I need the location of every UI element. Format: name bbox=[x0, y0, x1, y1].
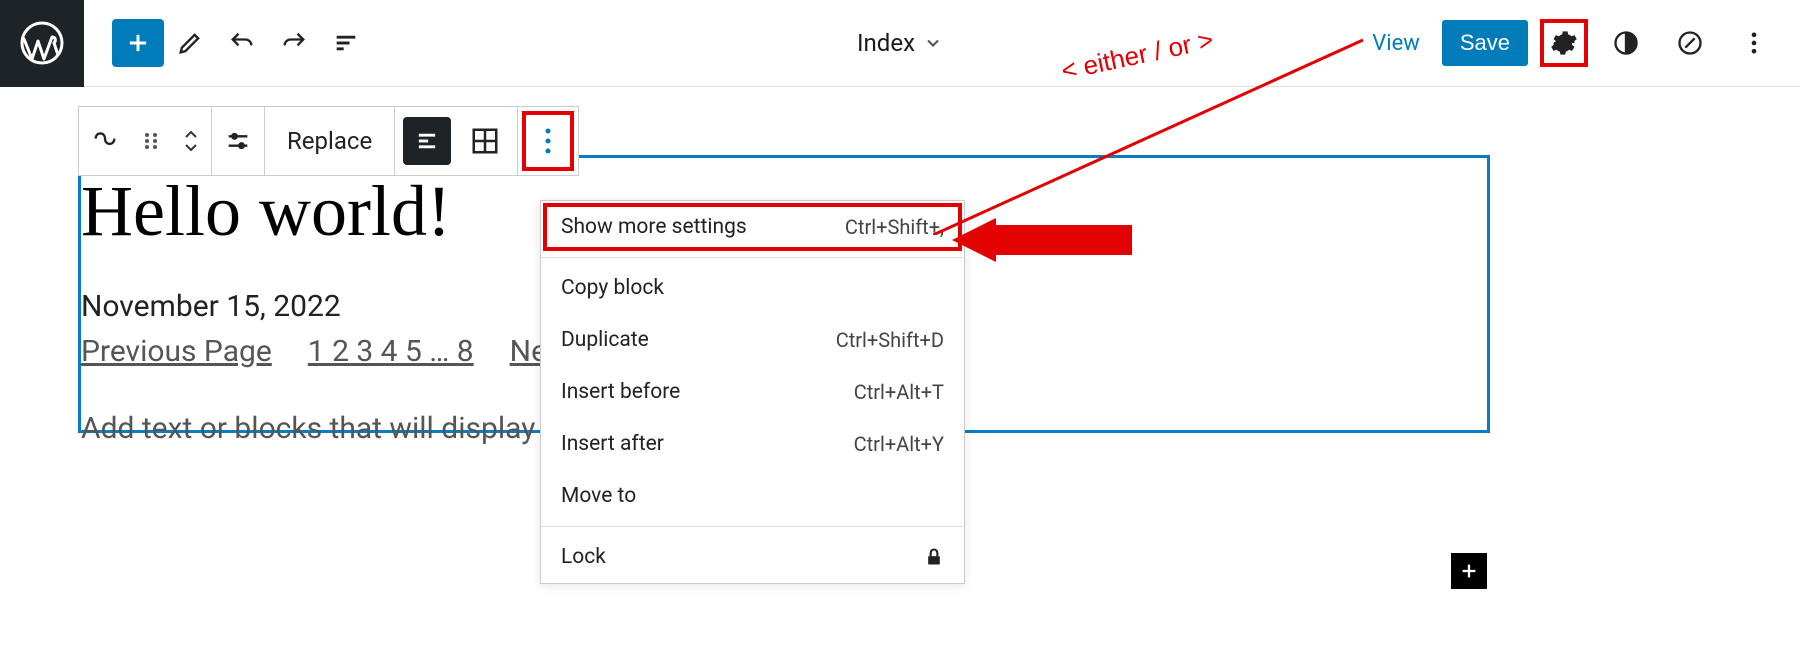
sliders-icon bbox=[224, 127, 252, 155]
undo-button[interactable] bbox=[216, 19, 268, 67]
inline-add-button[interactable] bbox=[1451, 553, 1487, 589]
browse-button[interactable] bbox=[1664, 19, 1716, 67]
block-type-button[interactable] bbox=[79, 107, 131, 175]
menu-item-label: Lock bbox=[561, 545, 606, 569]
menu-separator bbox=[541, 257, 964, 258]
menu-item-label: Insert after bbox=[561, 432, 664, 456]
template-title[interactable]: Index bbox=[857, 29, 943, 57]
drag-icon bbox=[142, 129, 160, 153]
menu-item-label: Duplicate bbox=[561, 328, 649, 352]
add-block-button[interactable] bbox=[112, 19, 164, 67]
styles-button[interactable] bbox=[1600, 19, 1652, 67]
edit-tool-button[interactable] bbox=[164, 19, 216, 67]
options-button[interactable] bbox=[1728, 19, 1780, 67]
settings-button[interactable] bbox=[1546, 25, 1582, 61]
list-view-button[interactable] bbox=[320, 19, 372, 67]
grid-view-button[interactable] bbox=[461, 117, 509, 165]
menu-lock[interactable]: Lock bbox=[541, 531, 964, 583]
pagination-prev[interactable]: Previous Page bbox=[81, 334, 272, 369]
move-arrows-icon bbox=[183, 129, 199, 153]
template-title-text: Index bbox=[857, 29, 915, 57]
arrow-head-icon bbox=[952, 218, 996, 262]
top-right-tools: View Save bbox=[1362, 19, 1800, 67]
menu-item-shortcut: Ctrl+Shift+, bbox=[845, 215, 944, 239]
redo-button[interactable] bbox=[268, 19, 320, 67]
chevron-down-icon bbox=[923, 33, 943, 53]
top-bar: Index View Save bbox=[0, 0, 1800, 87]
grid-icon bbox=[470, 126, 500, 156]
menu-item-label: Copy block bbox=[561, 276, 664, 300]
menu-item-shortcut: Ctrl+Alt+T bbox=[854, 380, 944, 404]
block-options-button[interactable] bbox=[526, 115, 570, 167]
gear-highlight bbox=[1540, 19, 1588, 67]
menu-item-shortcut: Ctrl+Alt+Y bbox=[854, 432, 944, 456]
settings-slider-button[interactable] bbox=[212, 107, 264, 175]
pagination-pages[interactable]: 1 2 3 4 5 … 8 bbox=[308, 334, 474, 369]
menu-copy-block[interactable]: Copy block bbox=[541, 262, 964, 314]
loop-icon bbox=[91, 127, 119, 155]
menu-insert-before[interactable]: Insert before Ctrl+Alt+T bbox=[541, 366, 964, 418]
menu-show-more-settings[interactable]: Show more settings Ctrl+Shift+, bbox=[541, 201, 964, 253]
align-left-icon bbox=[413, 127, 441, 155]
plus-icon bbox=[1458, 560, 1480, 582]
kebab-icon bbox=[544, 127, 552, 155]
align-left-button[interactable] bbox=[403, 117, 451, 165]
menu-insert-after[interactable]: Insert after Ctrl+Alt+Y bbox=[541, 418, 964, 470]
menu-item-label: Show more settings bbox=[561, 215, 747, 239]
gear-icon bbox=[1550, 29, 1578, 57]
arrow-bar bbox=[996, 225, 1132, 255]
block-options-menu: Show more settings Ctrl+Shift+, Copy blo… bbox=[540, 200, 965, 584]
menu-duplicate[interactable]: Duplicate Ctrl+Shift+D bbox=[541, 314, 964, 366]
half-circle-icon bbox=[1612, 29, 1640, 57]
menu-move-to[interactable]: Move to bbox=[541, 470, 964, 522]
menu-item-label: Insert before bbox=[561, 380, 680, 404]
save-button[interactable]: Save bbox=[1442, 20, 1528, 66]
replace-button[interactable]: Replace bbox=[265, 107, 394, 175]
top-left-tools bbox=[84, 19, 372, 67]
compass-icon bbox=[1676, 29, 1704, 57]
lock-icon bbox=[924, 546, 944, 568]
move-buttons[interactable] bbox=[171, 107, 211, 175]
menu-separator bbox=[541, 526, 964, 527]
kebab-icon bbox=[1740, 29, 1768, 57]
block-options-highlight bbox=[522, 111, 574, 171]
menu-item-shortcut: Ctrl+Shift+D bbox=[836, 328, 944, 352]
view-link[interactable]: View bbox=[1362, 31, 1430, 56]
wordpress-logo[interactable] bbox=[0, 0, 84, 87]
block-toolbar: Replace bbox=[78, 106, 579, 176]
annotation-arrow bbox=[952, 218, 1132, 262]
drag-handle[interactable] bbox=[131, 107, 171, 175]
menu-item-label: Move to bbox=[561, 484, 636, 508]
